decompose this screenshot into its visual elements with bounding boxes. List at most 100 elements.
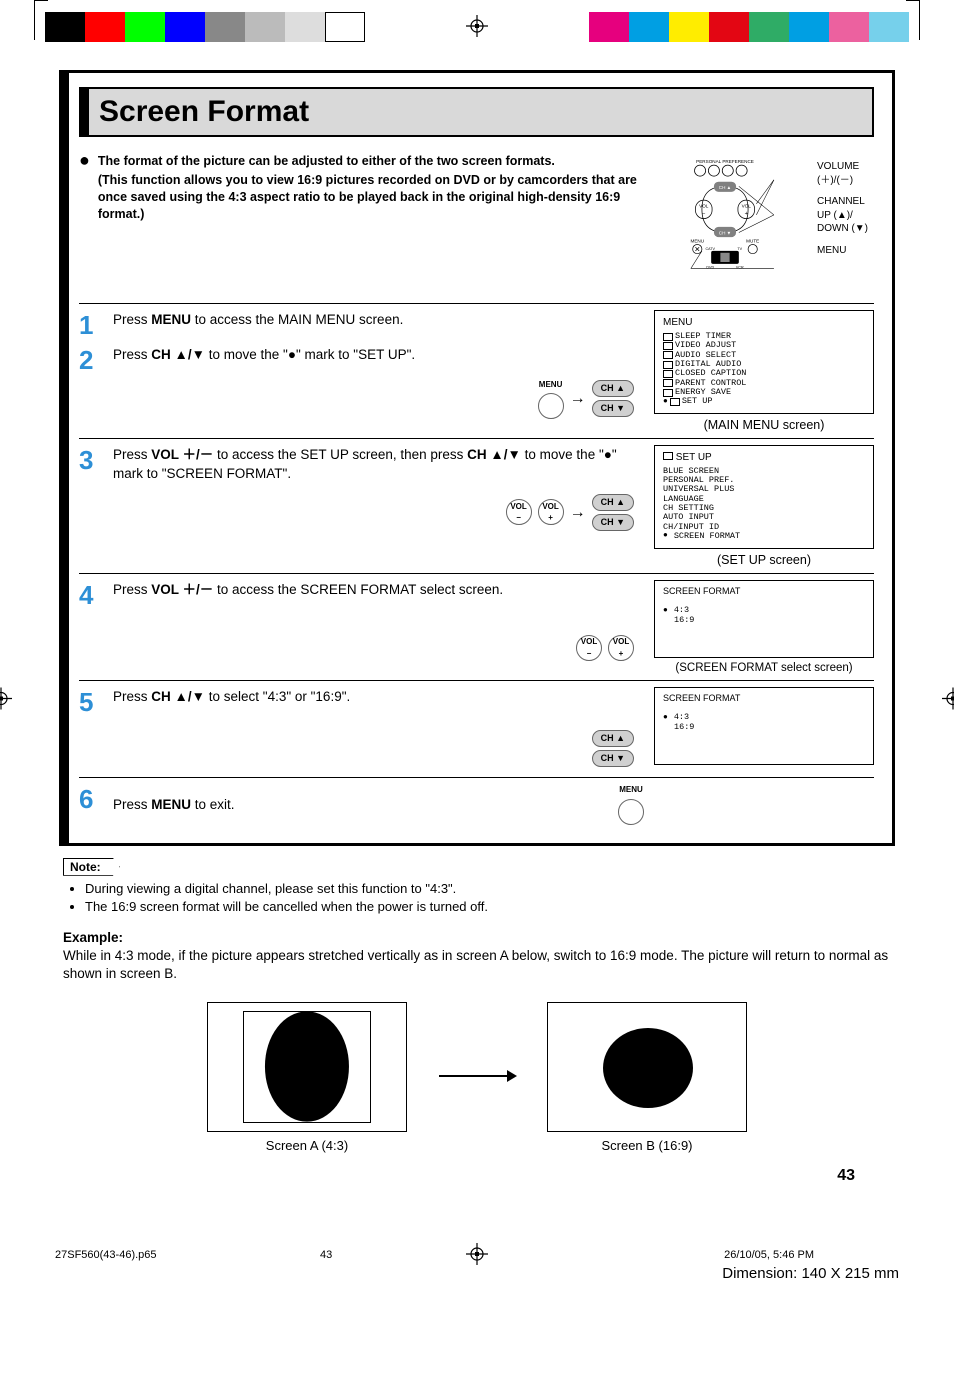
- registration-mark-bottom: [466, 1243, 488, 1268]
- screen-format-select-screen: SCREEN FORMAT 4:3 16:9: [654, 580, 874, 658]
- s3-b: VOL ＋/－: [151, 447, 213, 462]
- sf-title: SCREEN FORMAT: [663, 587, 865, 597]
- vol-plus-button[interactable]: VOL +: [538, 499, 564, 525]
- svg-text:VCR: VCR: [736, 265, 744, 269]
- vol-minus-button[interactable]: VOL −: [506, 499, 532, 525]
- svg-text:DVD: DVD: [706, 265, 714, 269]
- s2-b: CH ▲/▼: [151, 347, 205, 362]
- color-bar-left: [45, 12, 365, 42]
- ch-up-button[interactable]: CH ▲: [592, 494, 634, 511]
- section-title-bar: Screen Format: [79, 87, 874, 137]
- registration-mark-left: [0, 688, 12, 713]
- print-pagenum: 43: [320, 1249, 332, 1261]
- screen-a-caption: Screen A (4:3): [207, 1138, 407, 1153]
- print-date: 26/10/05, 5:46 PM: [724, 1249, 814, 1261]
- s5-c: to select "4:3" or "16:9".: [205, 689, 350, 704]
- sf-caption: (SCREEN FORMAT select screen): [654, 662, 874, 674]
- su-item: SCREEN FORMAT: [663, 532, 865, 541]
- s5-a: Press: [113, 689, 151, 704]
- example-body: While in 4:3 mode, if the picture appear…: [63, 947, 891, 983]
- su-caption: (SET UP screen): [654, 553, 874, 567]
- rl-channel: CHANNEL: [817, 196, 865, 207]
- screen-a-illustration: Screen A (4:3): [207, 1002, 407, 1153]
- rl-up: UP (▲)/: [817, 210, 853, 221]
- registration-mark-top: [466, 15, 488, 40]
- sf2-item: 16:9: [663, 723, 865, 732]
- svg-text:CH ▼: CH ▼: [719, 230, 732, 235]
- step-4: 4 Press VOL ＋/－ to access the SCREEN FOR…: [79, 580, 642, 662]
- s1-b: MENU: [151, 312, 191, 327]
- step-num-4: 4: [79, 580, 101, 662]
- section-title: Screen Format: [81, 89, 872, 135]
- svg-text:CATV: CATV: [705, 247, 715, 251]
- print-footer: 27SF560(43-46).p65 43 26/10/05, 5:46 PM …: [0, 1235, 954, 1295]
- vol-plus-button[interactable]: VOL +: [608, 635, 634, 661]
- screen-b-caption: Screen B (16:9): [547, 1138, 747, 1153]
- remote-diagram: PERSONAL PREFERENCE CH ▲ CH ▼ VOL − VOL: [664, 153, 874, 283]
- step-3: 3 Press VOL ＋/－ to access the SET UP scr…: [79, 445, 642, 531]
- ch-up-button[interactable]: CH ▲: [592, 730, 634, 747]
- step-num-6: 6: [79, 784, 101, 825]
- print-filename: 27SF560(43-46).p65: [55, 1249, 157, 1261]
- ch-up-button[interactable]: CH ▲: [592, 380, 634, 397]
- btn-menu-label: MENU: [539, 379, 563, 391]
- step-1: 1 Press MENU to access the MAIN MENU scr…: [79, 310, 642, 341]
- step-5: 5 Press CH ▲/▼ to select "4:3" or "16:9"…: [79, 687, 642, 768]
- rl-volume: VOLUME: [817, 161, 859, 172]
- s2-a: Press: [113, 347, 151, 362]
- intro-line2: (This function allows you to view 16:9 p…: [98, 172, 654, 223]
- menu-button[interactable]: [618, 799, 644, 825]
- registration-mark-right: [942, 688, 954, 713]
- svg-text:PERSONAL PREFERENCE: PERSONAL PREFERENCE: [696, 159, 754, 164]
- s6-c: to exit.: [191, 797, 235, 812]
- svg-text:−: −: [702, 211, 705, 217]
- print-dimension: Dimension: 140 X 215 mm: [722, 1265, 899, 1282]
- ch-down-button[interactable]: CH ▼: [592, 514, 634, 531]
- step-num-3: 3: [79, 445, 101, 531]
- step-num-1: 1: [79, 310, 101, 341]
- step-num-5: 5: [79, 687, 101, 768]
- s1-a: Press: [113, 312, 151, 327]
- menu-button[interactable]: [538, 393, 564, 419]
- setup-screen: SET UP BLUE SCREEN PERSONAL PREF. UNIVER…: [654, 445, 874, 549]
- page-number: 43: [837, 1167, 855, 1185]
- note-label: Note:: [63, 858, 120, 876]
- step-num-2: 2: [79, 345, 101, 419]
- btn-menu-label: MENU: [619, 784, 643, 796]
- intro-line1: The format of the picture can be adjuste…: [98, 153, 654, 170]
- mm-title: MENU: [663, 317, 865, 328]
- ch-down-button[interactable]: CH ▼: [592, 750, 634, 767]
- intro-row: ● The format of the picture can be adjus…: [79, 153, 874, 283]
- main-menu-screen: MENU SLEEP TIMER VIDEO ADJUST AUDIO SELE…: [654, 310, 874, 414]
- mm-item: ●SET UP: [663, 397, 865, 406]
- svg-text:MUTE: MUTE: [746, 239, 759, 244]
- rl-volsign: (＋)/(－): [817, 175, 853, 186]
- vol-minus-button[interactable]: VOL −: [576, 635, 602, 661]
- svg-text:CH ▲: CH ▲: [719, 185, 732, 190]
- s3-c: to access the SET UP screen, then press: [213, 447, 467, 462]
- example-section: Example: While in 4:3 mode, if the pictu…: [59, 930, 895, 1152]
- s6-a: Press: [113, 797, 151, 812]
- svg-text:TV: TV: [737, 247, 742, 251]
- step-6: 6 Press MENU to exit. MENU: [79, 784, 874, 825]
- color-bar-right: [589, 12, 909, 42]
- note-item-1: During viewing a digital channel, please…: [85, 880, 891, 898]
- rl-down: DOWN (▼): [817, 223, 868, 234]
- bullet-icon: ●: [79, 153, 90, 223]
- print-top-bar: [0, 0, 954, 50]
- su-title: SET UP: [676, 452, 712, 463]
- ch-down-button[interactable]: CH ▼: [592, 400, 634, 417]
- screen-format-select-screen-2: SCREEN FORMAT 4:3 16:9: [654, 687, 874, 765]
- step-2: 2 Press CH ▲/▼ to move the "●" mark to "…: [79, 345, 642, 419]
- s5-b: CH ▲/▼: [151, 689, 205, 704]
- sf2-title: SCREEN FORMAT: [663, 694, 865, 704]
- arrow-icon: →: [570, 387, 586, 410]
- sf-item: 16:9: [663, 616, 865, 625]
- note-item-2: The 16:9 screen format will be cancelled…: [85, 898, 891, 916]
- s3-a: Press: [113, 447, 151, 462]
- svg-text:+: +: [745, 211, 748, 217]
- s4-b: VOL ＋/－: [151, 582, 213, 597]
- intro-text: ● The format of the picture can be adjus…: [79, 153, 654, 283]
- s2-c: to move the "●" mark to "SET UP".: [205, 347, 415, 362]
- svg-text:MENU: MENU: [691, 239, 705, 244]
